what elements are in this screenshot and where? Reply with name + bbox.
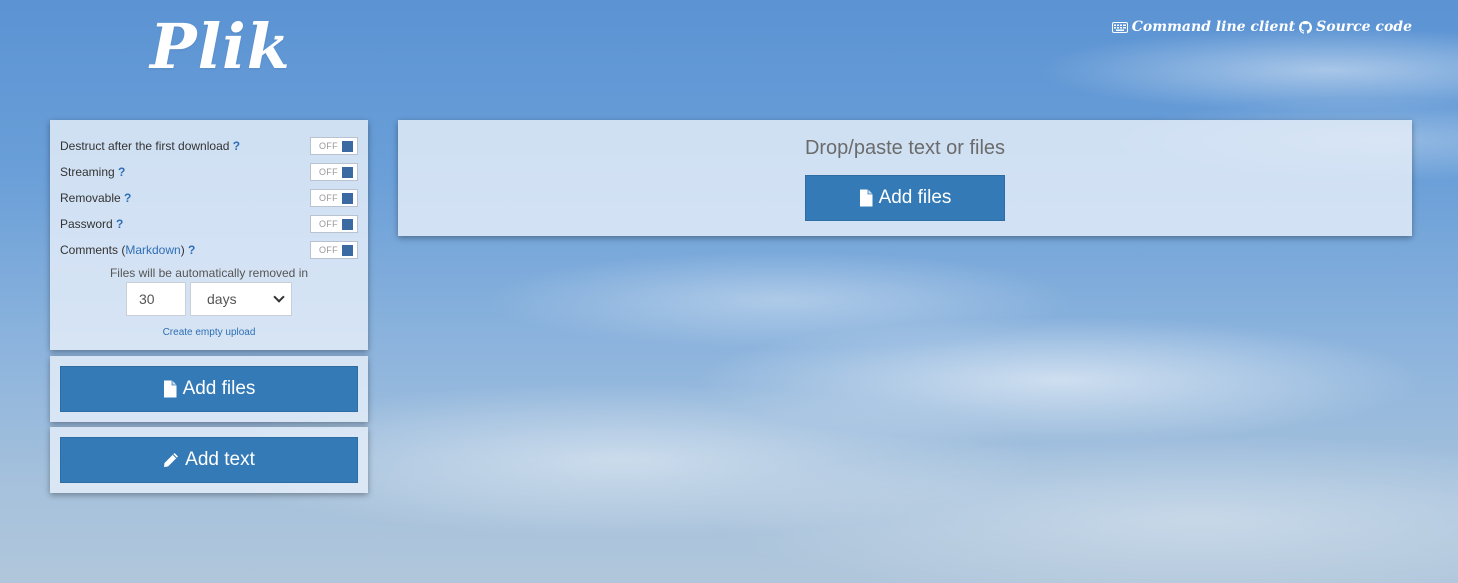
add-files-panel: Add files [50,356,368,422]
expiration-text: Files will be automatically removed in [109,266,309,280]
source-code-link[interactable]: Source code [1299,19,1412,35]
drop-zone-add-files-button[interactable]: Add files [805,175,1005,221]
create-empty-upload-link[interactable]: Create empty upload [50,327,368,338]
option-removable: Removable ? OFF [60,188,358,208]
option-destruct-label: Destruct after the first download ? [60,139,241,153]
option-removable-label: Removable ? [60,191,132,205]
chevron-down-icon [273,291,285,303]
option-destruct: Destruct after the first download ? OFF [60,136,358,156]
pencil-icon [163,452,179,468]
file-icon [859,189,873,207]
keyboard-icon [1111,21,1128,33]
app-logo[interactable]: Plik [150,10,291,83]
option-comments-label: Comments (Markdown) ? [60,243,196,257]
command-line-client-label: Command line client [1131,19,1296,35]
toggle-comments[interactable]: OFF [310,241,358,259]
toggle-destruct[interactable]: OFF [310,137,358,155]
source-code-label: Source code [1316,19,1412,35]
toggle-knob [342,140,353,152]
drop-zone-add-files-label: Add files [878,187,952,208]
toggle-knob [342,218,353,230]
header-links: Command line client Source code [1111,19,1412,35]
command-line-client-link[interactable]: Command line client [1111,19,1296,35]
upload-settings-panel: Destruct after the first download ? OFF … [50,120,368,350]
add-files-label: Add files [182,378,256,399]
add-text-button[interactable]: Add text [60,437,358,483]
toggle-removable[interactable]: OFF [310,189,358,207]
drop-zone[interactable]: Drop/paste text or files Add files [398,120,1412,236]
help-removable[interactable]: ? [124,191,131,205]
add-text-panel: Add text [50,427,368,493]
toggle-password[interactable]: OFF [310,215,358,233]
ttl-unit-value: days [207,291,237,307]
toggle-knob [342,192,353,204]
file-icon [163,380,177,398]
toggle-streaming[interactable]: OFF [310,163,358,181]
add-text-label: Add text [185,449,255,470]
github-icon [1299,20,1313,34]
help-destruct[interactable]: ? [233,139,240,153]
markdown-link[interactable]: Markdown [125,243,180,257]
option-password-label: Password ? [60,217,124,231]
toggle-knob [342,166,353,178]
help-streaming[interactable]: ? [118,165,125,179]
drop-zone-title: Drop/paste text or files [804,137,1006,159]
option-streaming: Streaming ? OFF [60,162,358,182]
option-comments: Comments (Markdown) ? OFF [60,240,358,260]
help-password[interactable]: ? [116,217,123,231]
ttl-unit-select[interactable]: days [190,282,292,316]
option-streaming-label: Streaming ? [60,165,126,179]
toggle-knob [342,244,353,256]
option-password: Password ? OFF [60,214,358,234]
add-files-button[interactable]: Add files [60,366,358,412]
help-comments[interactable]: ? [188,243,195,257]
ttl-value-input[interactable] [126,282,186,316]
